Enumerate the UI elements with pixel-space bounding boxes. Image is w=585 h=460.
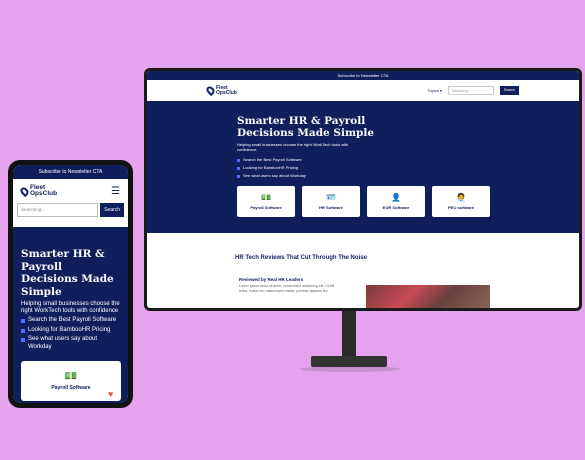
header-nav: Topics ▾ Searching... Search: [427, 86, 519, 95]
mobile-hero-bullet[interactable]: See what users say about Workday: [21, 336, 121, 351]
card-hr-software[interactable]: 🪪 HR Software: [302, 186, 360, 217]
mobile-header: Fleet OpsClub ☰: [13, 179, 128, 203]
topics-dropdown[interactable]: Topics ▾: [427, 88, 441, 93]
mobile-logo-line-2: OpsClub: [30, 190, 58, 197]
mobile-newsletter-cta-bar[interactable]: Subscribe to Newsletter CTA: [13, 165, 128, 179]
mobile-hero-bullet-list: Search the Best Payroll Software Looking…: [21, 317, 128, 351]
bullet-square-icon: [21, 328, 25, 333]
bullet-square-icon: [21, 338, 25, 342]
bullet-square-icon: [237, 158, 240, 162]
heart-icon: ♥: [108, 389, 114, 399]
mobile-site-logo[interactable]: Fleet OpsClub: [18, 184, 58, 198]
hero-bullet[interactable]: Looking for BambooHR Pricing: [237, 164, 579, 172]
card-eor-software[interactable]: 👤 EOR Software: [367, 186, 425, 217]
hero-bullet-list: Search the Best Payroll Software Looking…: [237, 156, 579, 180]
mobile-newsletter-cta-text[interactable]: Subscribe to Newsletter CTA: [39, 169, 103, 175]
mobile-hero-bullet[interactable]: Search the Best Payroll Software: [21, 317, 121, 325]
mobile-search-row: Searching... Search: [13, 203, 128, 217]
mobile-hero-bullet[interactable]: Looking for BambooHR Pricing: [21, 327, 121, 335]
newsletter-cta-text[interactable]: Subscribe to Newsletter CTA: [337, 73, 388, 78]
money-bill-icon: 💵: [261, 192, 271, 202]
hamburger-menu-icon[interactable]: ☰: [111, 186, 120, 197]
site-logo[interactable]: Fleet OpsClub: [204, 84, 237, 97]
hero-title: Smarter HR & Payroll Decisions Made Simp…: [237, 115, 375, 139]
category-cards: 💵 Payroll Software 🪪 HR Software 👤 EOR S…: [237, 186, 579, 217]
bullet-square-icon: [237, 166, 240, 170]
review-title: Reviewed by Real HR Leaders: [239, 277, 304, 282]
mobile-search-input[interactable]: Searching...: [17, 203, 99, 217]
site-header: Fleet OpsClub Topics ▾ Searching... Sear…: [147, 80, 579, 101]
search-button[interactable]: Search: [499, 86, 519, 95]
money-bill-icon: 💵: [64, 370, 78, 382]
mobile-phone: Subscribe to Newsletter CTA Fleet OpsClu…: [8, 160, 133, 408]
mobile-hero-section: Smarter HR & Payroll Decisions Made Simp…: [13, 227, 128, 403]
card-peo-software[interactable]: 🧑‍💼 PEO software: [432, 186, 490, 217]
location-pin-icon: [204, 84, 217, 97]
location-pin-icon: [18, 185, 31, 197]
review-photo: [366, 285, 490, 308]
mobile-hero-title: Smarter HR & Payroll Decisions Made Simp…: [21, 248, 114, 298]
card-payroll-software[interactable]: 💵 Payroll Software: [237, 186, 295, 217]
bullet-square-icon: [237, 174, 240, 178]
mobile-card-payroll-software[interactable]: 💵 Payroll Software: [21, 361, 121, 401]
hero-bullet[interactable]: See what users say about Workday: [237, 172, 579, 180]
newsletter-cta-bar[interactable]: Subscribe to Newsletter CTA: [147, 71, 579, 80]
hero-bullet[interactable]: Search the Best Payroll Software: [237, 156, 579, 164]
mobile-search-button[interactable]: Search: [100, 203, 124, 217]
desktop-screen: Subscribe to Newsletter CTA Fleet OpsClu…: [147, 71, 579, 308]
mobile-screen: Subscribe to Newsletter CTA Fleet OpsClu…: [13, 165, 128, 403]
mobile-hero-subtitle: Helping small businesses choose the righ…: [21, 301, 120, 314]
user-icon: 👤: [391, 192, 401, 202]
id-card-icon: 🪪: [326, 192, 336, 202]
review-text: Lorem ipsum dolor sit amet, consectetur …: [239, 284, 335, 293]
hero-section: Smarter HR & Payroll Decisions Made Simp…: [147, 101, 579, 233]
user-tie-icon: 🧑‍💼: [456, 192, 466, 202]
logo-line-2: OpsClub: [216, 89, 237, 96]
search-input[interactable]: Searching...: [447, 86, 494, 95]
monitor-stand-neck: [342, 311, 356, 357]
monitor-shadow: [300, 366, 400, 372]
hero-subtitle: Helping small businesses choose the righ…: [237, 142, 349, 152]
reviews-section-title: HR Tech Reviews That Cut Through The Noi…: [235, 255, 367, 261]
bullet-square-icon: [21, 319, 25, 323]
reviews-section: HR Tech Reviews That Cut Through The Noi…: [147, 233, 579, 308]
desktop-monitor: Subscribe to Newsletter CTA Fleet OpsClu…: [144, 68, 582, 311]
